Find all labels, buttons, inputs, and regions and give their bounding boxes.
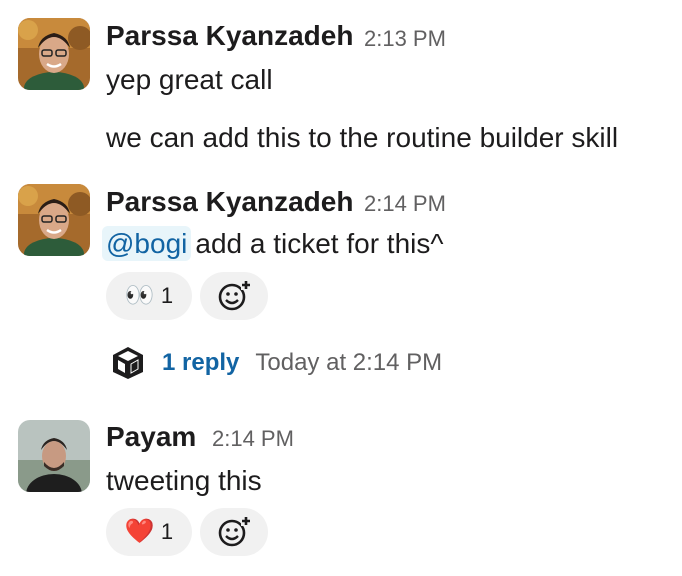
thread-last-reply: Today at 2:14 PM bbox=[255, 349, 443, 376]
author-name[interactable]: Parssa Kyanzadeh bbox=[106, 20, 353, 52]
avatar-parssa[interactable] bbox=[18, 184, 90, 256]
avatar-payam[interactable] bbox=[18, 420, 90, 492]
add-reaction-icon bbox=[218, 280, 251, 311]
add-reaction-button[interactable] bbox=[200, 272, 268, 320]
reaction-count: 1 bbox=[160, 519, 174, 544]
add-reaction-button[interactable] bbox=[200, 508, 268, 556]
author-name[interactable]: Payam bbox=[106, 421, 196, 453]
message-timestamp[interactable]: 2:14 PM bbox=[212, 426, 294, 452]
thread-reply-link[interactable]: 1 reply bbox=[162, 349, 239, 377]
avatar-parssa[interactable] bbox=[18, 18, 90, 90]
eyes-emoji-icon: 👀 bbox=[124, 282, 155, 309]
heart-emoji-icon: ❤️ bbox=[124, 518, 155, 545]
message-text: we can add this to the routine builder s… bbox=[106, 122, 619, 153]
thread-summary[interactable]: 1 reply Today at 2:14 PM bbox=[110, 338, 442, 388]
reaction-heart[interactable]: ❤️ 1 bbox=[106, 508, 192, 556]
message-text: yep great call bbox=[106, 64, 273, 95]
message-body: add a ticket for this^ bbox=[195, 228, 444, 259]
bot-cube-icon bbox=[113, 347, 143, 379]
message-timestamp[interactable]: 2:14 PM bbox=[364, 191, 446, 217]
add-reaction-icon bbox=[218, 516, 251, 547]
reaction-count: 1 bbox=[160, 283, 174, 308]
author-name[interactable]: Parssa Kyanzadeh bbox=[106, 186, 353, 218]
message-text: @bogi add a ticket for this^ bbox=[102, 226, 444, 261]
message-text: tweeting this bbox=[106, 465, 262, 496]
user-mention[interactable]: @bogi bbox=[102, 226, 192, 261]
reaction-eyes[interactable]: 👀 1 bbox=[106, 272, 192, 320]
message-timestamp[interactable]: 2:13 PM bbox=[364, 26, 446, 52]
